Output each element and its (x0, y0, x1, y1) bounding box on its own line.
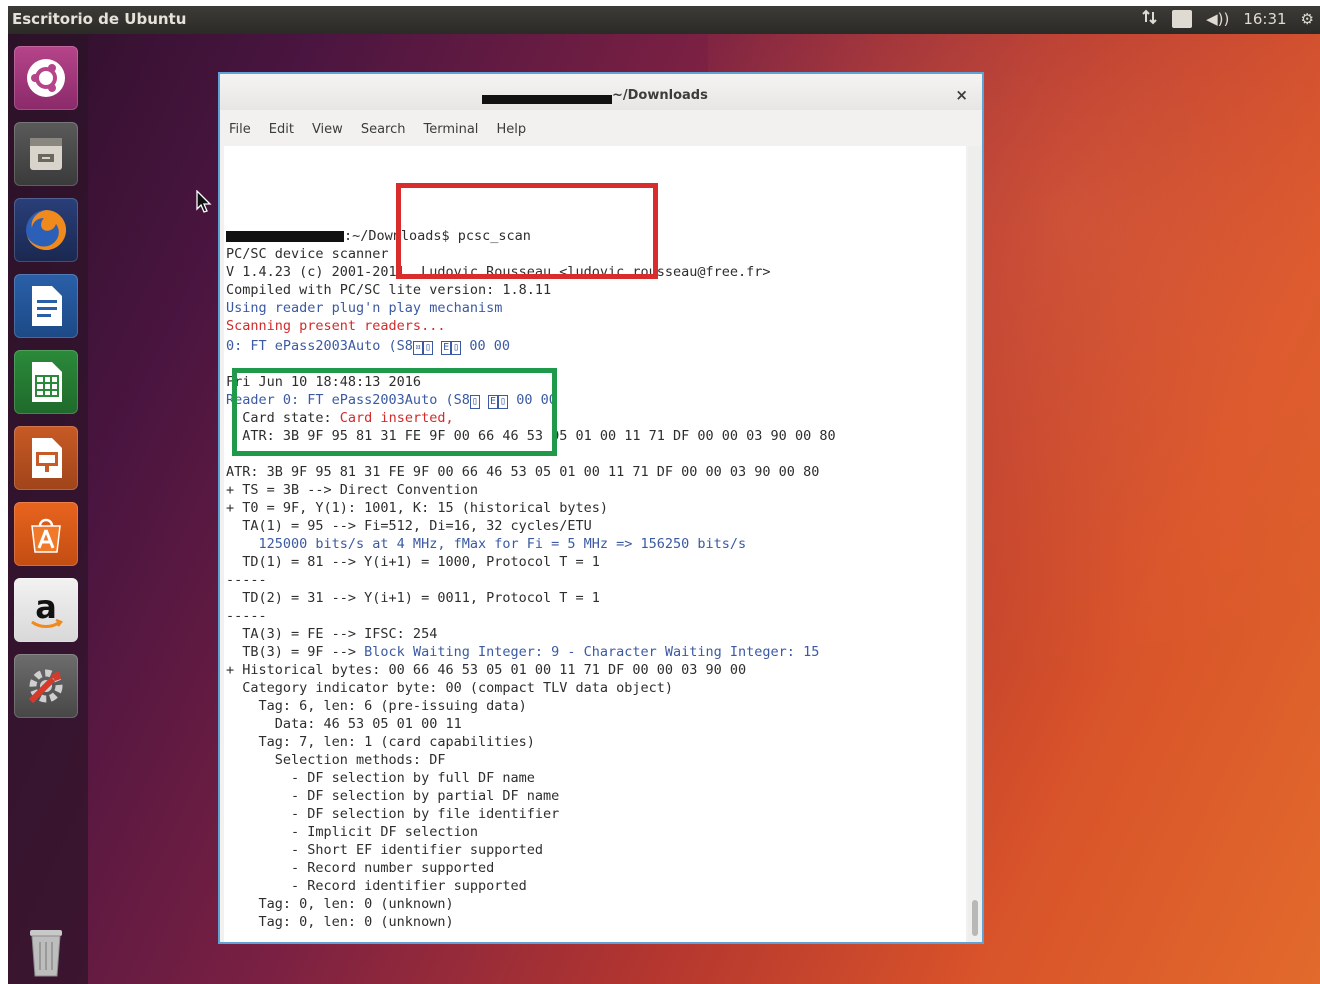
dash-home-icon[interactable] (14, 46, 78, 110)
terminal-line: TD(2) = 31 --> Y(i+1) = 0011, Protocol T… (226, 590, 600, 606)
firefox-icon[interactable] (14, 198, 78, 262)
terminal-line: 125000 bits/s at 4 MHz, fMax for Fi = 5 … (226, 536, 747, 552)
volume-icon[interactable]: ◀)) (1206, 10, 1229, 28)
terminal-line: Compiled with PC/SC lite version: 1.8.11 (226, 282, 552, 298)
terminal-line: - DF selection by partial DF name (226, 788, 560, 804)
menu-file[interactable]: File (220, 116, 260, 142)
terminal-line: ----- (226, 572, 267, 588)
terminal-line: - Short EF identifier supported (226, 842, 543, 858)
terminal-line: PC/SC device scanner (226, 246, 389, 262)
terminal-line: - Record identifier supported (226, 878, 527, 894)
panel-title: Escritorio de Ubuntu (12, 10, 187, 28)
terminal-line: TB(3) = 9F --> Block Waiting Integer: 9 … (226, 644, 820, 660)
terminal-line: Scanning present readers... (226, 318, 446, 334)
terminal-line: Category indicator byte: 00 (compact TLV… (226, 680, 674, 696)
terminal-line: + T0 = 9F, Y(1): 1001, K: 15 (historical… (226, 500, 609, 516)
terminal-line: ----- (226, 608, 267, 624)
system-settings-icon[interactable] (14, 654, 78, 718)
terminal-line: - DF selection by full DF name (226, 770, 535, 786)
libreoffice-writer-icon[interactable] (14, 274, 78, 338)
menu-view[interactable]: View (303, 116, 352, 142)
window-title: ~/Downloads (612, 88, 708, 103)
libreoffice-impress-icon[interactable] (14, 426, 78, 490)
redacted-prompt-user (226, 230, 344, 242)
mouse-pointer-icon (196, 189, 212, 218)
keyboard-layout-indicator[interactable]: ES (1172, 10, 1193, 28)
close-button[interactable]: × (955, 86, 968, 104)
highlight-box-card-state (232, 368, 557, 456)
terminal-line: Using reader plug'n play mechanism (226, 300, 503, 316)
clock[interactable]: 16:31 (1243, 10, 1286, 28)
terminal-line: TD(1) = 81 --> Y(i+1) = 1000, Protocol T… (226, 554, 600, 570)
terminal-line: - Implicit DF selection (226, 824, 478, 840)
terminal-line: TA(1) = 95 --> Fi=512, Di=16, 32 cycles/… (226, 518, 592, 534)
window-titlebar[interactable]: ~/Downloads × (220, 74, 982, 110)
trash-icon[interactable] (14, 920, 78, 984)
terminal-line: Data: 46 53 05 01 00 11 (226, 716, 462, 732)
menu-edit[interactable]: Edit (260, 116, 303, 142)
gear-icon[interactable]: ⚙ (1301, 10, 1314, 28)
menu-help[interactable]: Help (487, 116, 535, 142)
menu-bar: File Edit View Search Terminal Help (220, 116, 982, 142)
terminal-line: Tag: 6, len: 6 (pre-issuing data) (226, 698, 527, 714)
top-panel: Escritorio de Ubuntu ES ◀)) 16:31 ⚙ (8, 6, 1320, 34)
redacted-username (482, 95, 612, 104)
files-icon[interactable] (14, 122, 78, 186)
terminal-line: ATR: 3B 9F 95 81 31 FE 9F 00 66 46 53 05… (226, 464, 820, 480)
highlight-box-command (396, 183, 658, 279)
menu-search[interactable]: Search (352, 116, 415, 142)
terminal-line: - Record number supported (226, 860, 495, 876)
svg-text:a: a (35, 588, 57, 626)
network-updown-icon[interactable] (1142, 9, 1158, 29)
scrollbar-thumb[interactable] (972, 900, 978, 936)
terminal-scrollbar[interactable] (968, 146, 982, 942)
amazon-icon[interactable]: a (14, 578, 78, 642)
menu-terminal[interactable]: Terminal (414, 116, 487, 142)
launcher: a (8, 34, 88, 984)
terminal-line: + Historical bytes: 00 66 46 53 05 01 00… (226, 662, 747, 678)
terminal-line: Tag: 0, len: 0 (unknown) (226, 896, 454, 912)
terminal-line: Tag: 7, len: 1 (card capabilities) (226, 734, 535, 750)
terminal-line: Tag: 0, len: 0 (unknown) (226, 914, 454, 930)
terminal-line: Selection methods: DF (226, 752, 446, 768)
ubuntu-software-icon[interactable] (14, 502, 78, 566)
terminal-line: TA(3) = FE --> IFSC: 254 (226, 626, 438, 642)
libreoffice-calc-icon[interactable] (14, 350, 78, 414)
terminal-line: 0: FT ePass2003Auto (S8 ¤ ▯ E ▯ 00 00 (226, 338, 510, 355)
terminal-line: + TS = 3B --> Direct Convention (226, 482, 478, 498)
system-tray: ES ◀)) 16:31 ⚙ (1142, 9, 1314, 29)
terminal-line: - DF selection by file identifier (226, 806, 560, 822)
